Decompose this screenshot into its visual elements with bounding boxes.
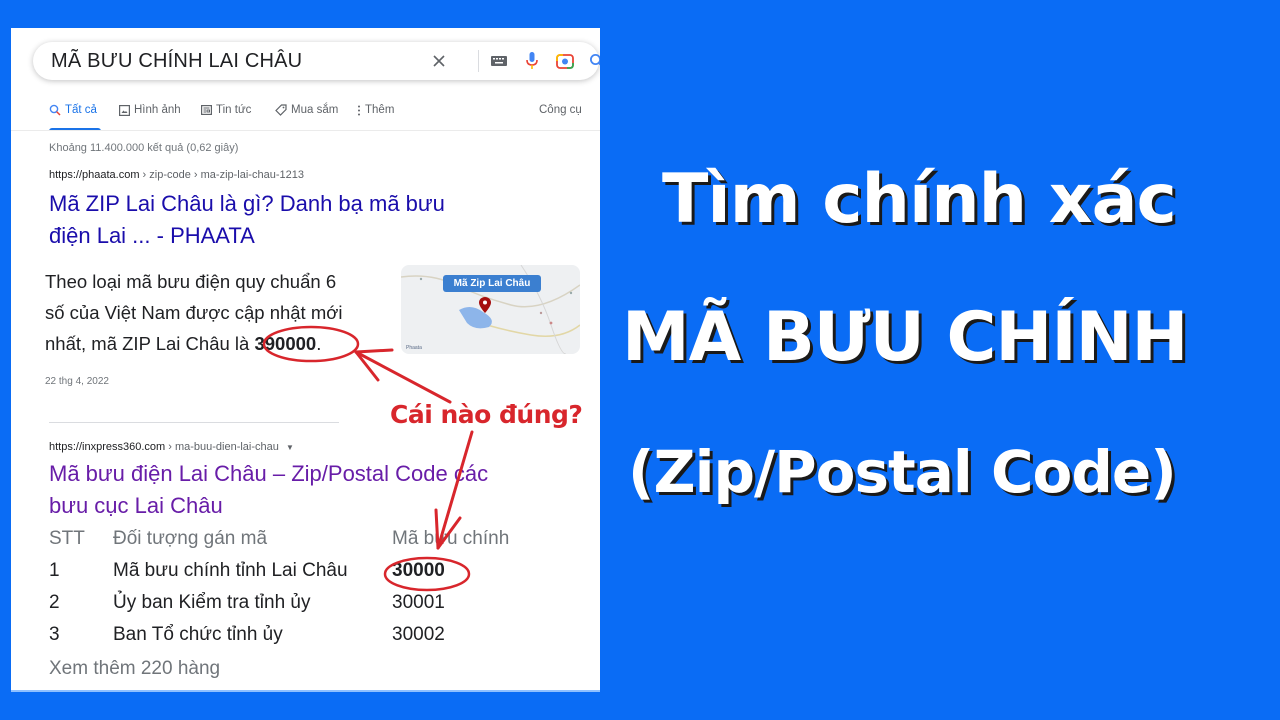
search-tabs: Tất cả Hình ảnh Tin tức Mua sắm Thêm Côn… <box>49 104 600 128</box>
table-cell: 2 <box>49 592 60 613</box>
search-icon <box>49 104 61 116</box>
table-cell: 30001 <box>392 592 445 613</box>
map-brand: Phaata <box>406 345 422 351</box>
table-header: Mã bưu chính <box>392 528 510 549</box>
cite-domain: https://phaata.com <box>49 169 140 181</box>
result-date: 22 thg 4, 2022 <box>45 376 109 387</box>
headline-line-2: MÃ BƯU CHÍNH <box>622 298 1188 377</box>
image-icon <box>119 104 130 116</box>
zip-code-highlight: 390000 <box>254 333 317 354</box>
result-title-line: Mã bưu điện Lai Châu – Zip/Postal Code c… <box>49 461 489 486</box>
search-icon[interactable] <box>587 51 600 71</box>
tab-label: Thêm <box>365 104 395 116</box>
microphone-icon[interactable] <box>522 51 542 71</box>
table-cell: Mã bưu chính tỉnh Lai Châu <box>113 560 348 581</box>
snippet-line: Theo loại mã bưu điện quy chuẩn 6 <box>45 271 337 292</box>
result-cite[interactable]: https://phaata.com › zip-code › ma-zip-l… <box>49 169 304 181</box>
result-title-line: bưu cục Lai Châu <box>49 493 223 518</box>
tab-label: Hình ảnh <box>134 104 181 116</box>
table-cell: 30002 <box>392 624 445 645</box>
table-cell: 1 <box>49 560 60 581</box>
keyboard-icon[interactable] <box>489 51 509 71</box>
camera-lens-icon[interactable] <box>555 51 575 71</box>
map-pin-icon <box>479 297 491 313</box>
tag-icon <box>275 104 287 116</box>
result-title-line: điện Lai ... - PHAATA <box>49 223 255 248</box>
table-cell: 3 <box>49 624 60 645</box>
map-thumbnail[interactable]: Mã Zip Lai Châu Phaata <box>401 265 580 354</box>
more-vert-icon <box>358 105 360 115</box>
tab-images[interactable]: Hình ảnh <box>119 104 181 116</box>
table-header: STT <box>49 528 85 549</box>
snippet-text: nhất, mã ZIP Lai Châu là <box>45 333 255 354</box>
table-header: Đối tượng gán mã <box>113 528 268 549</box>
cite-path: › ma-buu-dien-lai-chau <box>165 441 279 453</box>
result-separator <box>49 422 339 423</box>
map-label: Mã Zip Lai Châu <box>443 275 541 292</box>
search-results-panel: MÃ BƯU CHÍNH LAI CHÂU Tất cả Hình ảnh Ti… <box>11 28 600 692</box>
search-bar[interactable]: MÃ BƯU CHÍNH LAI CHÂU <box>33 42 600 80</box>
result-title-line: Mã ZIP Lai Châu là gì? Danh bạ mã bưu <box>49 191 445 216</box>
snippet-line: nhất, mã ZIP Lai Châu là 390000. <box>45 328 390 359</box>
result-snippet: Theo loại mã bưu điện quy chuẩn 6 số của… <box>45 266 390 359</box>
divider <box>11 130 600 131</box>
cite-path: › zip-code › ma-zip-lai-chau-1213 <box>139 169 304 181</box>
divider <box>478 50 479 72</box>
tab-more[interactable]: Thêm <box>357 104 394 116</box>
news-icon <box>201 105 212 115</box>
result-cite[interactable]: https://inxpress360.com › ma-buu-dien-la… <box>49 441 294 453</box>
annotation-question: Cái nào đúng? <box>390 400 583 429</box>
tools-button[interactable]: Công cụ <box>539 104 582 116</box>
caret-down-icon[interactable]: ▼ <box>286 443 294 452</box>
cite-domain: https://inxpress360.com <box>49 441 166 453</box>
tab-label: Mua sắm <box>291 104 339 116</box>
headline-line-1: Tìm chính xác <box>662 160 1177 239</box>
headline-line-3: (Zip/Postal Code) <box>628 438 1177 506</box>
table-cell-highlight: 30000 <box>392 560 445 581</box>
result-title-link[interactable]: Mã ZIP Lai Châu là gì? Danh bạ mã bưu đi… <box>49 188 445 252</box>
tab-shopping[interactable]: Mua sắm <box>275 104 338 116</box>
tab-all[interactable]: Tất cả <box>49 104 97 116</box>
search-input[interactable]: MÃ BƯU CHÍNH LAI CHÂU <box>51 50 302 73</box>
show-more-rows-link[interactable]: Xem thêm 220 hàng <box>49 658 220 680</box>
table-cell: Ban Tổ chức tỉnh ủy <box>113 624 283 645</box>
snippet-text: . <box>316 333 322 354</box>
tab-label: Tất cả <box>65 104 97 116</box>
tools-label: Công cụ <box>539 104 582 116</box>
snippet-line: số của Việt Nam được cập nhật mới <box>45 302 343 323</box>
tab-news[interactable]: Tin tức <box>201 104 251 116</box>
table-cell: Ủy ban Kiểm tra tỉnh ủy <box>113 592 311 613</box>
tab-label: Tin tức <box>216 104 252 116</box>
result-title-link[interactable]: Mã bưu điện Lai Châu – Zip/Postal Code c… <box>49 458 488 522</box>
result-stats: Khoảng 11.400.000 kết quả (0,62 giây) <box>49 142 239 154</box>
close-icon[interactable] <box>429 51 449 71</box>
